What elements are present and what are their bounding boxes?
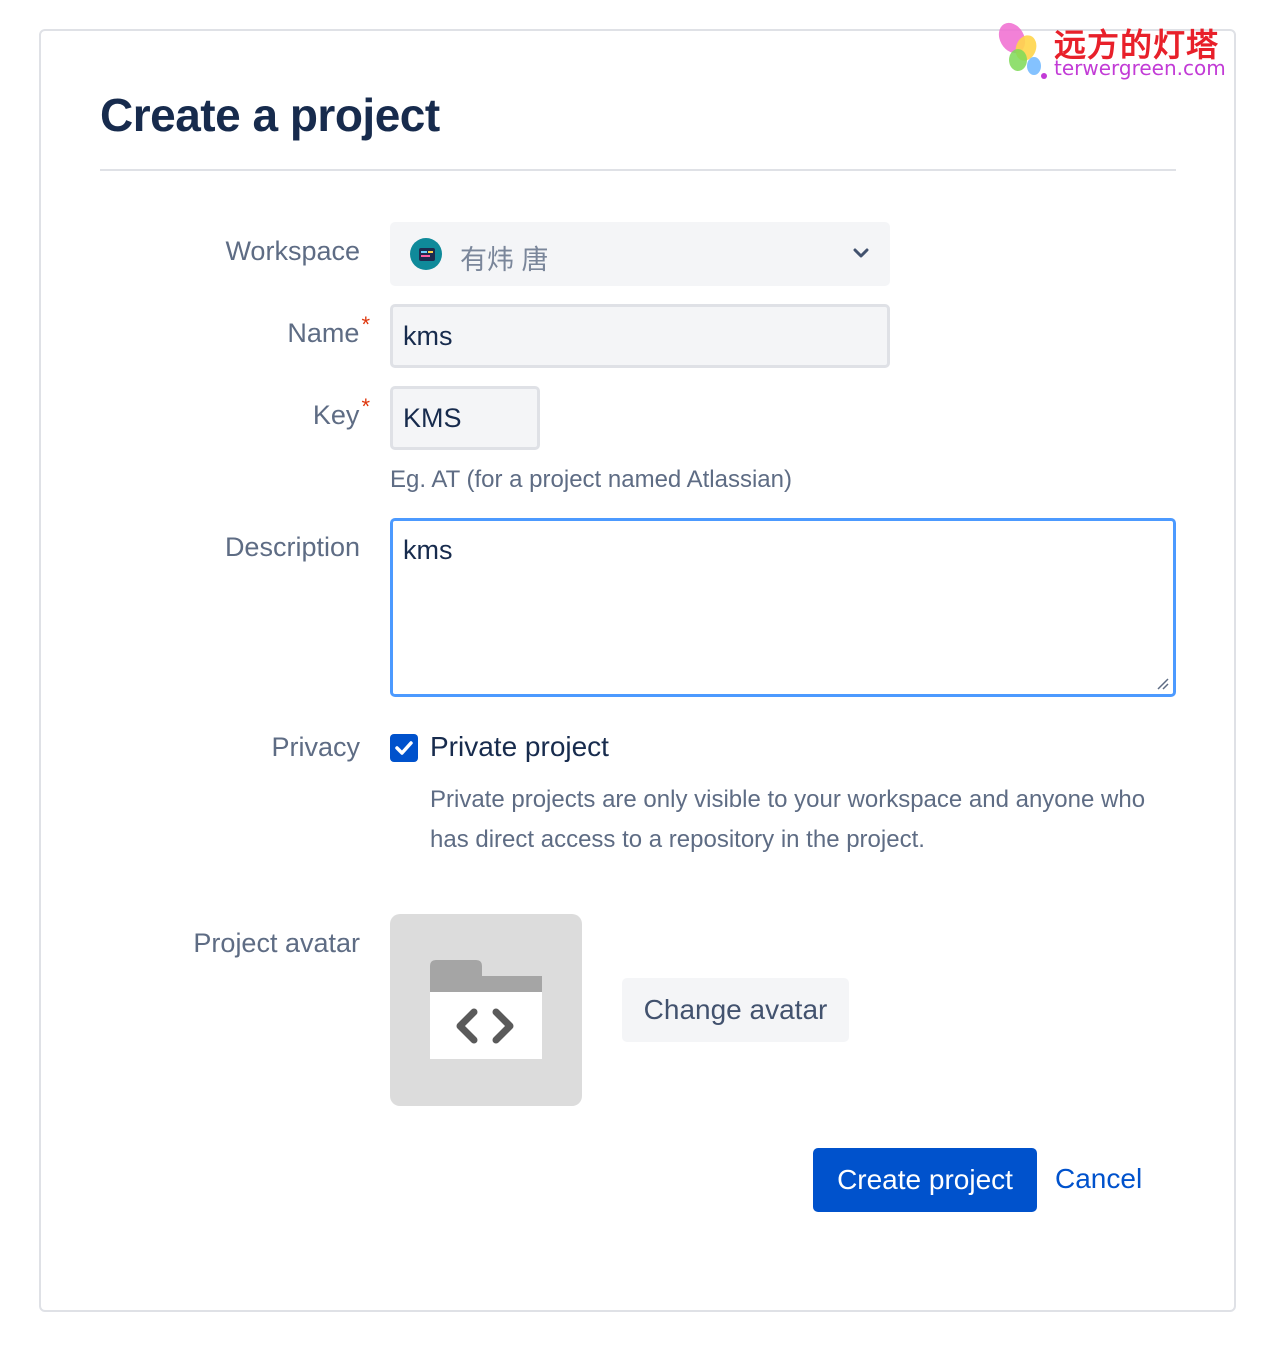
privacy-description: Private projects are only visible to you… bbox=[430, 786, 1146, 853]
key-label: Key* bbox=[312, 394, 370, 431]
cancel-link[interactable]: Cancel bbox=[1055, 1163, 1142, 1195]
workspace-avatar-icon bbox=[410, 238, 442, 270]
watermark-en-text: terwergreen.com bbox=[1054, 56, 1226, 80]
key-hint: Eg. AT (for a project named Atlassian) bbox=[390, 466, 792, 493]
create-project-button[interactable]: Create project bbox=[813, 1148, 1037, 1212]
checkmark-icon bbox=[395, 741, 413, 755]
project-avatar-label: Project avatar bbox=[193, 928, 360, 958]
name-required-mark: * bbox=[361, 312, 370, 337]
workspace-select[interactable]: 有炜 唐 bbox=[390, 222, 890, 286]
name-label: Name* bbox=[287, 312, 370, 349]
resize-handle-icon[interactable] bbox=[1155, 676, 1169, 690]
private-project-label[interactable]: Private project bbox=[430, 731, 609, 763]
privacy-label: Privacy bbox=[271, 732, 360, 762]
description-textarea[interactable]: kms bbox=[390, 518, 1176, 697]
description-value: kms bbox=[403, 535, 453, 565]
workspace-value: 有炜 唐 bbox=[460, 245, 549, 275]
butterfly-icon bbox=[998, 22, 1047, 79]
key-input[interactable] bbox=[390, 386, 540, 450]
private-project-checkbox[interactable] bbox=[390, 734, 418, 762]
project-avatar bbox=[390, 914, 582, 1106]
title-divider bbox=[100, 169, 1176, 171]
name-label-text: Name bbox=[287, 318, 360, 348]
chevron-down-icon bbox=[853, 248, 869, 258]
key-required-mark: * bbox=[361, 394, 370, 419]
code-folder-icon bbox=[430, 960, 542, 1059]
workspace-label: Workspace bbox=[225, 236, 360, 266]
watermark-logo: 远方的灯塔 terwergreen.com bbox=[996, 18, 1246, 88]
description-label: Description bbox=[224, 532, 360, 562]
name-input[interactable] bbox=[390, 304, 890, 368]
change-avatar-button[interactable]: Change avatar bbox=[622, 978, 849, 1042]
page-title: Create a project bbox=[100, 89, 440, 141]
key-label-text: Key bbox=[312, 400, 360, 430]
